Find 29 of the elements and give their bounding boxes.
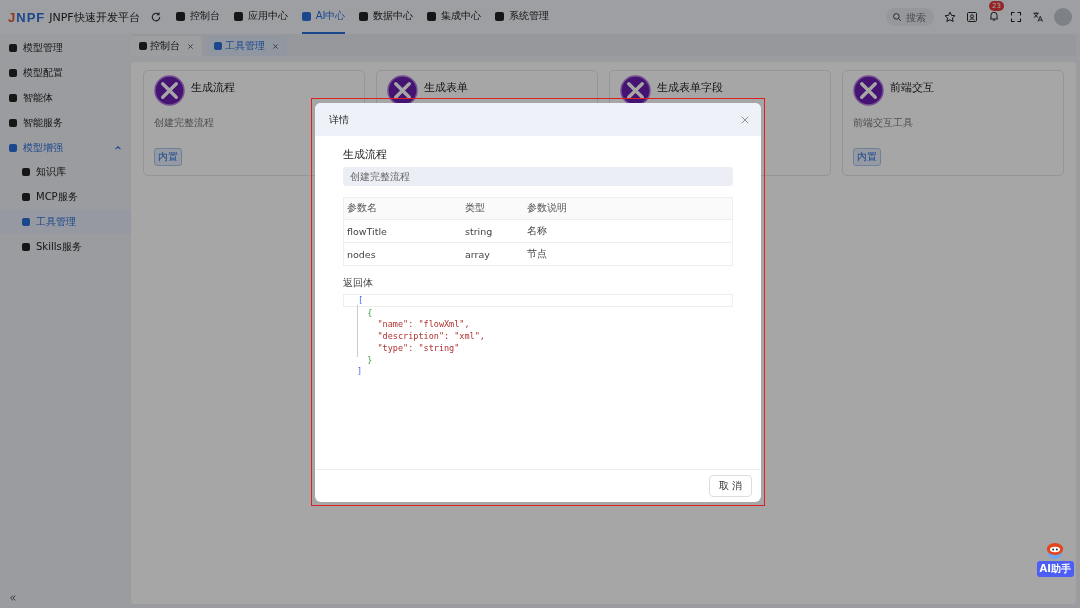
column-header: 参数说明	[524, 197, 733, 220]
code-line: ]	[357, 366, 363, 377]
card-description: 前端交互工具	[853, 116, 913, 130]
tag: 内置	[853, 148, 881, 166]
card-title: 生成表单	[424, 80, 468, 95]
description-field: 创建完整流程	[343, 167, 733, 186]
app-title: JNPF快速开发平台	[49, 9, 140, 25]
table-cell: string	[462, 219, 524, 243]
dialog-title: 详情	[329, 112, 349, 127]
column-header: 参数名	[343, 197, 462, 220]
code-line: "name": "flowXml",	[376, 319, 470, 330]
column-header: 类型	[462, 197, 524, 220]
code-line: "description": "xml",	[376, 331, 485, 342]
table-cell: 名称	[524, 219, 733, 243]
code-line: "type": "string"	[376, 342, 460, 353]
code-line: {	[366, 307, 373, 318]
card-title: 前端交互	[890, 80, 934, 95]
card-description: 创建完整流程	[154, 116, 214, 130]
table-cell: 节点	[524, 242, 733, 266]
card-title: 生成表单字段	[657, 80, 723, 95]
table-cell: nodes	[343, 242, 462, 266]
code-line: [	[358, 295, 364, 305]
card-title: 生成流程	[191, 80, 235, 95]
code-line: }	[366, 354, 373, 365]
section-label: 返回体	[343, 276, 374, 290]
tag: 内置	[154, 148, 182, 166]
logo: JNPF	[8, 9, 46, 25]
table-cell: array	[462, 242, 524, 266]
table-cell: flowTitle	[343, 219, 462, 243]
